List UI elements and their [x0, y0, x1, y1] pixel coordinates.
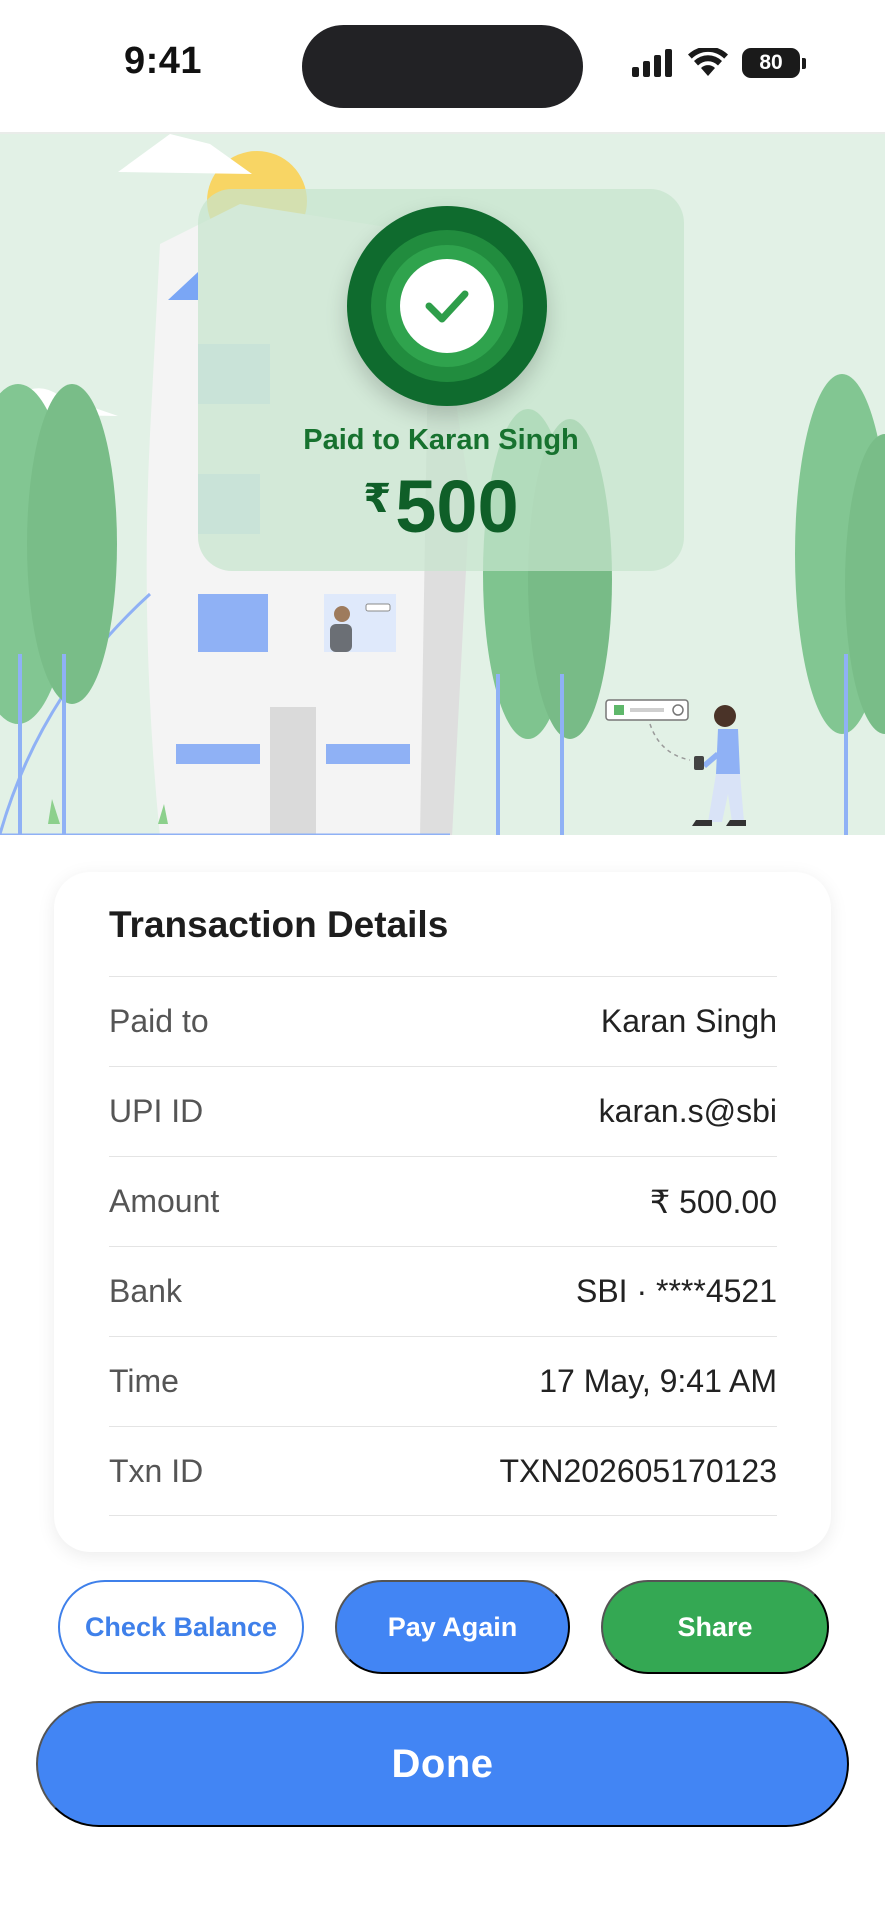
- details-list: Paid to Karan Singh UPI ID karan.s@sbi A…: [109, 976, 777, 1516]
- signal-icon: [632, 49, 672, 77]
- checkmark-icon: [425, 290, 469, 323]
- detail-label: Txn ID: [109, 1452, 204, 1489]
- detail-value: karan.s@sbi: [598, 1093, 777, 1129]
- detail-label: Time: [109, 1363, 179, 1399]
- status-time: 9:41: [124, 40, 203, 82]
- detail-label: UPI ID: [109, 1093, 204, 1129]
- status-bar: 9:41 80: [0, 0, 885, 132]
- battery-icon: 80: [742, 48, 806, 78]
- wifi-icon: [688, 48, 728, 76]
- dynamic-island: [302, 25, 583, 108]
- detail-row-txn-id: Txn ID TXN202605170123: [109, 1426, 777, 1516]
- check-balance-button[interactable]: Check Balance: [58, 1580, 304, 1674]
- success-badge: [347, 206, 547, 406]
- detail-label: Amount: [109, 1183, 220, 1219]
- battery-level: 80: [742, 48, 800, 78]
- detail-row-bank: Bank SBI · ****4521: [109, 1246, 777, 1336]
- amount-value: 500: [395, 465, 519, 548]
- detail-row-amount: Amount ₹ 500.00: [109, 1156, 777, 1246]
- detail-value: Karan Singh: [600, 1003, 777, 1039]
- done-button[interactable]: Done: [36, 1701, 849, 1827]
- detail-value: SBI · ****4521: [575, 1273, 777, 1309]
- currency-symbol: ₹: [363, 477, 392, 521]
- paid-to-text: Paid to Karan Singh: [303, 424, 579, 456]
- transaction-details-card: Transaction Details Paid to Karan Singh …: [54, 872, 831, 1552]
- details-title: Transaction Details: [109, 904, 449, 945]
- detail-value: TXN202605170123: [499, 1452, 777, 1489]
- detail-row-time: Time 17 May, 9:41 AM: [109, 1336, 777, 1426]
- action-buttons: Check Balance Pay Again Share: [0, 1580, 885, 1674]
- payment-success-hero: Paid to Karan Singh ₹500: [0, 132, 885, 835]
- detail-row-paid-to: Paid to Karan Singh: [109, 976, 777, 1066]
- detail-label: Bank: [109, 1273, 182, 1309]
- detail-label: Paid to: [109, 1003, 209, 1039]
- pay-again-button[interactable]: Pay Again: [335, 1580, 570, 1674]
- status-icons: 80: [632, 48, 806, 78]
- detail-row-upi-id: UPI ID karan.s@sbi: [109, 1066, 777, 1156]
- detail-value: 17 May, 9:41 AM: [539, 1363, 777, 1399]
- paid-amount: ₹500: [198, 464, 684, 549]
- share-button[interactable]: Share: [601, 1580, 829, 1674]
- detail-value: ₹ 500.00: [649, 1183, 777, 1220]
